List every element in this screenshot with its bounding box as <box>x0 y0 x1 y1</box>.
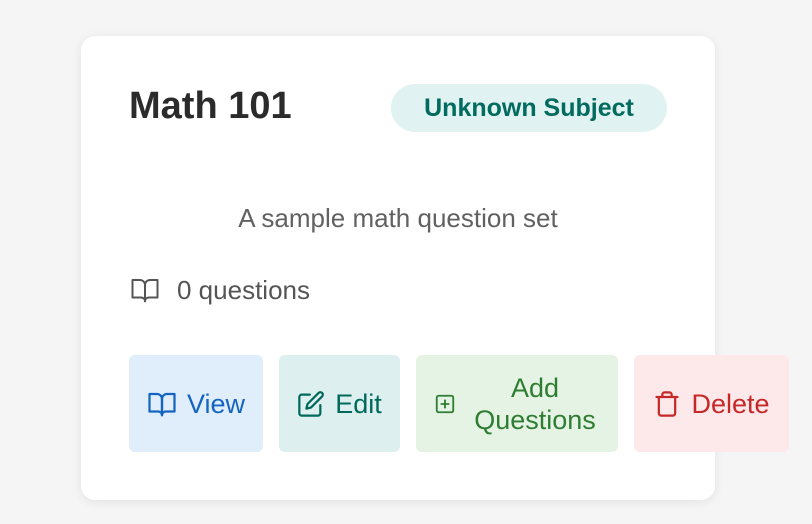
plus-square-icon <box>434 393 456 415</box>
question-set-card: Math 101 Unknown Subject A sample math q… <box>81 36 789 500</box>
edit-button-label: Edit <box>335 388 382 419</box>
card-description: A sample math question set <box>238 203 558 233</box>
card-title: Math 101 <box>129 85 292 127</box>
question-count: 0 questions <box>129 274 310 306</box>
subject-badge: Unknown Subject <box>391 84 667 132</box>
trash-icon <box>653 390 681 418</box>
view-button[interactable]: View <box>129 355 263 452</box>
edit-icon <box>297 390 325 418</box>
delete-button[interactable]: Delete <box>634 355 789 452</box>
question-count-label: 0 questions <box>177 274 310 305</box>
book-open-icon <box>147 389 177 419</box>
view-button-label: View <box>186 388 246 419</box>
edit-button[interactable]: Edit <box>279 355 400 452</box>
add-questions-button[interactable]: Add Questions <box>416 355 618 452</box>
add-questions-button-label: Add Questions <box>474 372 596 435</box>
delete-button-label: Delete <box>691 388 770 419</box>
book-open-icon <box>129 274 161 306</box>
